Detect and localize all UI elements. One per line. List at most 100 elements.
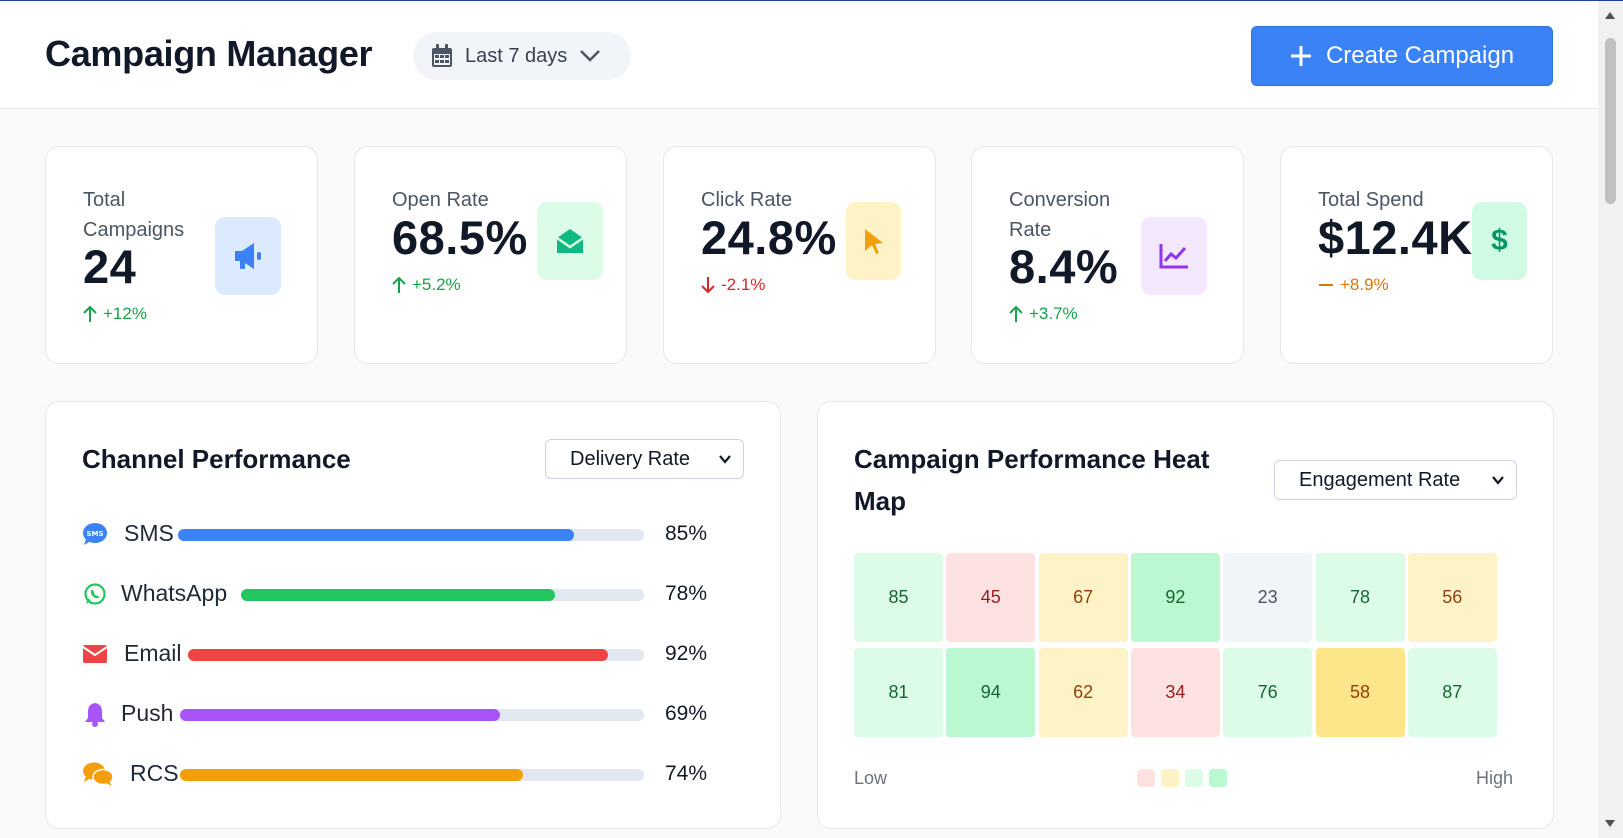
stat-card-open-rate: Open Rate 68.5% +5.2% — [354, 146, 627, 364]
channel-value: 85% — [665, 522, 708, 545]
channel-performance-title: Channel Performance — [82, 444, 351, 474]
sms-icon: SMS — [82, 521, 108, 547]
stat-value: 68.5% — [392, 211, 528, 264]
dollar-icon: $ — [1472, 202, 1527, 280]
heatmap-cell[interactable]: 45 — [946, 553, 1036, 642]
stat-change: +12% — [83, 304, 147, 324]
channel-value: 74% — [665, 762, 708, 785]
stat-card-click-rate: Click Rate 24.8% -2.1% — [663, 146, 936, 364]
channel-row-whatsapp: WhatsApp 78% — [82, 573, 722, 613]
channel-bar-track — [188, 649, 644, 661]
channel-row-email: Email 92% — [82, 633, 722, 673]
channel-row-rcs: RCS 74% — [82, 753, 722, 793]
stat-change-value: -2.1% — [721, 275, 766, 294]
bell-icon — [82, 701, 108, 727]
megaphone-icon — [215, 217, 281, 295]
channel-row-push: Push 69% — [82, 693, 722, 733]
stat-card-total-campaigns: Total Campaigns 24 +12% — [45, 146, 318, 364]
vertical-scrollbar[interactable] — [1598, 1, 1623, 838]
channel-bar-fill — [180, 769, 524, 781]
stat-value: 24 — [83, 240, 137, 293]
channel-bar-track — [180, 769, 644, 781]
create-campaign-button[interactable]: Create Campaign — [1251, 26, 1553, 86]
calendar-icon — [432, 44, 452, 67]
channel-performance-panel: Channel Performance Delivery Rate SMS SM… — [45, 401, 781, 829]
cursor-icon — [846, 202, 901, 280]
heatmap-cell[interactable]: 92 — [1130, 553, 1220, 642]
stat-value: 8.4% — [1009, 240, 1119, 293]
heatmap-cell[interactable]: 34 — [1130, 648, 1220, 737]
heatmap-cell[interactable]: 85 — [854, 553, 943, 642]
channel-name: Email — [124, 640, 182, 666]
channel-name: WhatsApp — [121, 580, 228, 606]
channel-value: 69% — [665, 702, 708, 725]
page-title: Campaign Manager — [45, 33, 373, 74]
heatmap-cell[interactable]: 78 — [1315, 553, 1405, 642]
channel-bar-fill — [180, 709, 501, 721]
channel-bar-track — [241, 589, 644, 601]
page-header: Campaign Manager Last 7 days Create Camp… — [0, 1, 1598, 109]
svg-text:SMS: SMS — [86, 530, 103, 538]
stat-change-value: +3.7% — [1029, 304, 1078, 323]
heatmap-metric-select[interactable]: Engagement Rate — [1274, 460, 1517, 500]
channel-row-sms: SMS SMS 85% — [82, 513, 722, 553]
arrow-up-icon — [1009, 305, 1023, 322]
arrow-down-icon — [701, 277, 715, 294]
heatmap-cell[interactable]: 87 — [1407, 648, 1497, 737]
stat-change-value: +8.9% — [1340, 275, 1389, 294]
stat-change-value: +5.2% — [412, 275, 461, 294]
heatmap-cell[interactable]: 62 — [1038, 648, 1128, 737]
heatmap-cell[interactable]: 56 — [1407, 553, 1497, 642]
whatsapp-icon — [82, 581, 108, 607]
channel-bar-track — [178, 529, 644, 541]
mail-icon — [82, 641, 108, 667]
heatmap-metric-select-value: Engagement Rate — [1299, 468, 1461, 491]
heatmap-cell[interactable]: 67 — [1038, 553, 1128, 642]
channel-value: 92% — [665, 642, 708, 665]
heatmap-cell[interactable]: 94 — [946, 648, 1036, 737]
channel-value: 78% — [665, 582, 708, 605]
channel-metric-select[interactable]: Delivery Rate — [545, 439, 744, 479]
stat-change: +8.9% — [1318, 275, 1389, 295]
heatmap-cell[interactable]: 76 — [1223, 648, 1313, 737]
envelope-open-icon — [537, 202, 603, 280]
heatmap-cell[interactable]: 81 — [854, 648, 943, 737]
heatmap-legend-swatch — [1161, 769, 1179, 787]
stat-label: Total Campaigns — [83, 189, 185, 241]
channel-bar-fill — [178, 529, 575, 541]
channel-name: Push — [121, 700, 174, 726]
chevron-down-icon — [580, 50, 601, 62]
stat-change: +5.2% — [392, 275, 461, 295]
stat-card-conversion-rate: Conversion Rate 8.4% +3.7% — [971, 146, 1244, 364]
channel-name: RCS — [130, 760, 179, 786]
scroll-down-arrow-icon[interactable] — [1605, 820, 1615, 827]
chart-line-icon — [1141, 217, 1207, 295]
heatmap-panel: Campaign Performance Heat Map Engagement… — [817, 401, 1554, 829]
heatmap-legend-swatch — [1209, 769, 1227, 787]
chat-bubbles-icon — [82, 761, 114, 787]
channel-bar-fill — [241, 589, 556, 601]
heatmap-legend-swatch — [1185, 769, 1203, 787]
date-range-dropdown[interactable]: Last 7 days — [413, 32, 631, 80]
scrollbar-thumb[interactable] — [1605, 38, 1616, 204]
stat-change: -2.1% — [701, 275, 765, 295]
channel-name: SMS — [124, 520, 174, 546]
channel-bar-track — [180, 709, 644, 721]
plus-icon — [1290, 46, 1311, 66]
create-campaign-label: Create Campaign — [1325, 42, 1515, 69]
heatmap-legend-high: High — [1476, 768, 1514, 788]
stat-value: $12.4K — [1318, 211, 1473, 264]
arrow-up-icon — [83, 305, 97, 322]
channel-bar-fill — [188, 649, 608, 661]
minus-icon — [1319, 284, 1333, 286]
stat-change: +3.7% — [1009, 304, 1078, 324]
arrow-up-icon — [392, 276, 406, 293]
scroll-up-arrow-icon[interactable] — [1605, 12, 1615, 19]
stat-label: Conversion Rate — [1009, 189, 1111, 241]
heatmap-cell[interactable]: 58 — [1315, 648, 1405, 737]
stat-card-total-spend: Total Spend $12.4K +8.9% $ — [1280, 146, 1553, 364]
stat-value: 24.8% — [701, 211, 837, 264]
date-range-label: Last 7 days — [465, 44, 568, 67]
heatmap-cell[interactable]: 23 — [1223, 553, 1313, 642]
channel-metric-select-value: Delivery Rate — [570, 447, 691, 470]
